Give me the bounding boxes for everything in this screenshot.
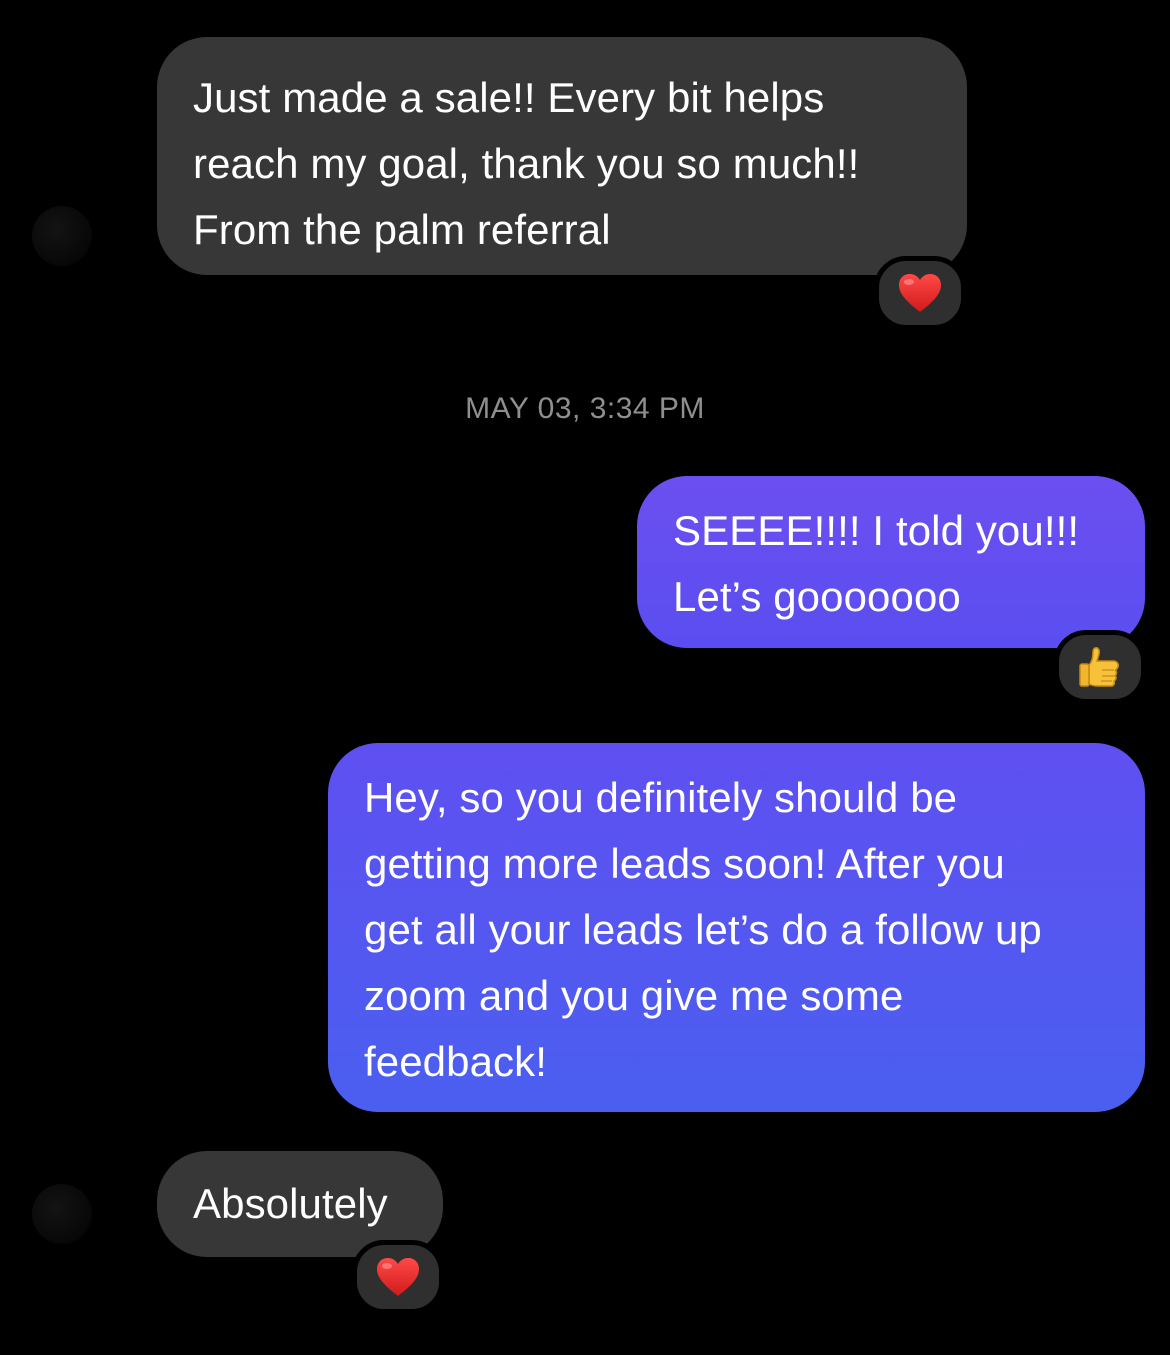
red-heart-icon	[377, 1258, 419, 1296]
thumbs-up-reaction[interactable]	[1054, 630, 1146, 704]
message-text-line: zoom and you give me some	[364, 972, 904, 1019]
contact-avatar[interactable]	[32, 1184, 92, 1244]
message-text-line: feedback!	[364, 1038, 548, 1085]
red-heart-icon	[899, 274, 941, 312]
message-text-line: From the palm referral	[193, 206, 611, 253]
message-text-line: Hey, so you definitely should be	[364, 774, 958, 821]
message-text-line: Let’s gooooooo	[673, 573, 961, 620]
heart-reaction[interactable]	[352, 1240, 444, 1314]
message-text-line: get all your leads let’s do a follow up	[364, 906, 1042, 953]
outgoing-message-bubble[interactable]: SEEEE!!!! I told you!!! Let’s gooooooo	[637, 476, 1145, 648]
contact-avatar[interactable]	[32, 206, 92, 266]
message-text-line: Just made a sale!! Every bit helps	[193, 74, 825, 121]
message-timestamp: MAY 03, 3:34 PM	[465, 392, 705, 425]
incoming-message-bubble[interactable]: Just made a sale!! Every bit helps reach…	[157, 37, 967, 275]
message-text-line: reach my goal, thank you so much!!	[193, 140, 860, 187]
message-text-line: Absolutely	[193, 1180, 388, 1227]
message-text-line: SEEEE!!!! I told you!!!	[673, 507, 1080, 554]
thumbs-up-icon	[1079, 647, 1119, 687]
message-text-line: getting more leads soon! After you	[364, 840, 1005, 887]
heart-reaction[interactable]	[874, 256, 966, 330]
outgoing-message-bubble[interactable]: Hey, so you definitely should be getting…	[328, 743, 1145, 1112]
